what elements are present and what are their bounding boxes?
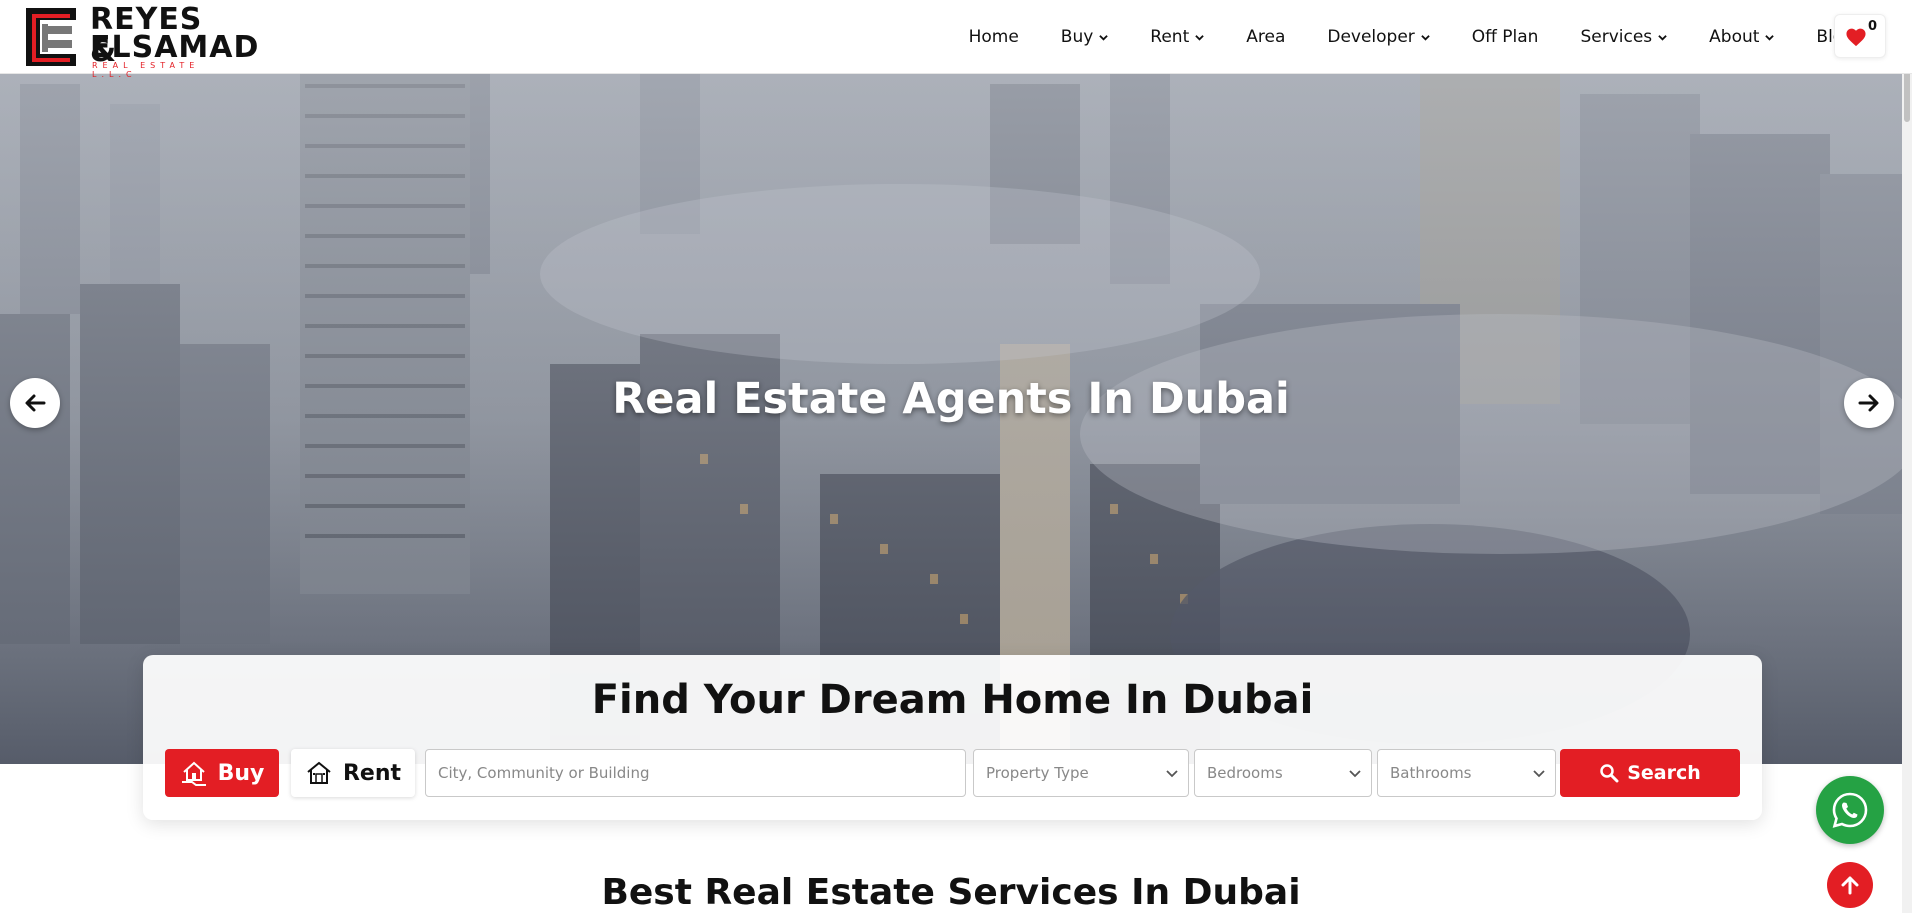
search-button[interactable]: Search	[1560, 749, 1740, 797]
nav-developer-label: Developer	[1327, 27, 1415, 47]
buy-toggle-label: Buy	[217, 760, 265, 786]
nav-rent[interactable]: Rent	[1150, 27, 1204, 47]
location-field[interactable]	[425, 749, 966, 797]
nav-area-label: Area	[1246, 27, 1286, 47]
nav-rent-label: Rent	[1150, 27, 1190, 47]
nav-off-plan[interactable]: Off Plan	[1472, 27, 1539, 47]
nav-home[interactable]: Home	[969, 27, 1019, 47]
back-to-top-button[interactable]	[1827, 862, 1873, 908]
nav-area[interactable]: Area	[1246, 27, 1285, 47]
search-icon	[1600, 764, 1619, 783]
chevron-down-icon	[1166, 770, 1178, 778]
property-type-select[interactable]: Property Type	[973, 749, 1189, 797]
arrow-left-icon	[25, 394, 46, 412]
whatsapp-icon	[1832, 792, 1868, 828]
heart-icon	[1846, 28, 1866, 47]
nav-services[interactable]: Services	[1580, 27, 1667, 47]
whatsapp-button[interactable]	[1816, 776, 1884, 844]
nav-off-plan-label: Off Plan	[1471, 27, 1539, 47]
nav-buy-label: Buy	[1060, 27, 1094, 47]
house-hand-icon	[181, 761, 206, 786]
search-button-label: Search	[1627, 762, 1701, 784]
chevron-down-icon	[1195, 34, 1204, 41]
bathrooms-label: Bathrooms	[1390, 764, 1472, 782]
main-nav: Home Buy Rent Area Developer Off Plan Se…	[927, 0, 1854, 74]
nav-about[interactable]: About	[1709, 27, 1775, 47]
rent-toggle-label: Rent	[342, 760, 402, 786]
chevron-down-icon	[1765, 34, 1775, 41]
chevron-down-icon	[1421, 34, 1430, 41]
property-type-label: Property Type	[986, 764, 1089, 782]
nav-home-label: Home	[968, 27, 1019, 47]
nav-about-label: About	[1709, 27, 1760, 47]
nav-services-label: Services	[1580, 27, 1653, 47]
bathrooms-select[interactable]: Bathrooms	[1377, 749, 1556, 797]
services-section-title: Best Real Estate Services In Dubai	[601, 872, 1301, 913]
arrow-up-icon	[1841, 876, 1859, 895]
brand-tagline: REAL ESTATE L.L.C	[92, 61, 200, 79]
chevron-down-icon	[1533, 770, 1545, 778]
chevron-down-icon	[1658, 34, 1667, 41]
carousel-next-button[interactable]	[1844, 378, 1894, 428]
page-scrollbar[interactable]	[1902, 0, 1912, 913]
bedrooms-label: Bedrooms	[1207, 764, 1283, 782]
house-icon	[307, 761, 331, 784]
buy-toggle-button[interactable]: Buy	[165, 749, 279, 797]
rent-toggle-button[interactable]: Rent	[291, 749, 415, 797]
chevron-down-icon	[1099, 34, 1109, 41]
location-input[interactable]	[438, 764, 953, 782]
brand-name-line2: ELSAMAD	[90, 30, 260, 65]
site-header: REYES & ELSAMAD REAL ESTATE L.L.C Home B…	[0, 0, 1912, 79]
search-panel-title: Find Your Dream Home In Dubai	[591, 677, 1314, 723]
chevron-down-icon	[1349, 770, 1361, 778]
favorites-button[interactable]: 0	[1834, 14, 1886, 58]
brand-logo[interactable]: REYES & ELSAMAD REAL ESTATE L.L.C	[20, 4, 258, 79]
carousel-prev-button[interactable]	[10, 378, 60, 428]
arrow-right-icon	[1858, 394, 1879, 412]
hero-title: Real Estate Agents In Dubai	[612, 374, 1290, 424]
logo-mark-icon	[26, 8, 76, 66]
search-panel: Find Your Dream Home In Dubai Buy Rent P…	[143, 655, 1762, 820]
nav-buy[interactable]: Buy	[1061, 27, 1109, 47]
nav-developer[interactable]: Developer	[1327, 27, 1430, 47]
bedrooms-select[interactable]: Bedrooms	[1194, 749, 1372, 797]
favorites-count: 0	[1867, 19, 1877, 34]
